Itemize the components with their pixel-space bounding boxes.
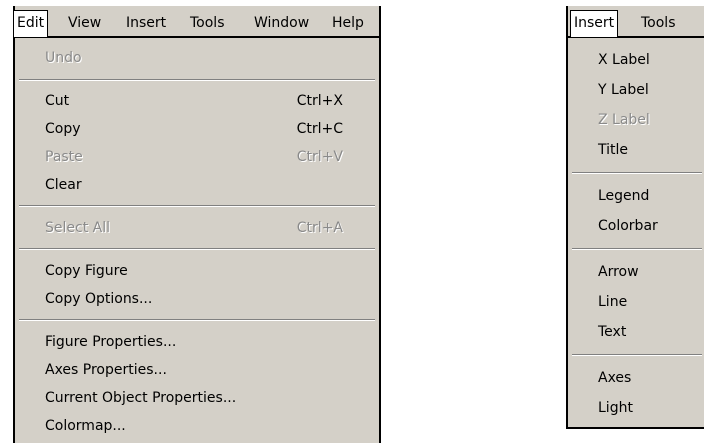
menu-item-label: Copy	[45, 121, 81, 137]
menu-item-x-label[interactable]: X Label	[568, 46, 704, 74]
menu-item-axes-properties[interactable]: Axes Properties...	[15, 356, 379, 384]
menu-item-legend[interactable]: Legend	[568, 182, 704, 210]
menubar-edit[interactable]: Edit	[13, 10, 49, 37]
menu-item-figure-properties[interactable]: Figure Properties...	[15, 328, 379, 356]
menu-item-select-all[interactable]: Select All Ctrl+A	[15, 214, 379, 242]
menu-item-copy-options[interactable]: Copy Options...	[15, 285, 379, 313]
menubar-tools[interactable]: Tools	[187, 12, 228, 34]
menu-item-label: Copy Figure	[45, 263, 128, 279]
menu-separator	[572, 354, 702, 356]
menubar-help[interactable]: Help	[329, 12, 367, 34]
menu-item-label: Select All	[45, 220, 110, 236]
menu-item-text[interactable]: Text	[568, 318, 704, 346]
menu-item-undo[interactable]: Undo	[15, 44, 379, 72]
menu-item-copy-figure[interactable]: Copy Figure	[15, 257, 379, 285]
menubar: Insert Tools	[568, 6, 704, 38]
menu-item-line[interactable]: Line	[568, 288, 704, 316]
shortcut-label: Ctrl+X	[296, 93, 343, 109]
menu-separator	[572, 172, 702, 174]
menu-separator	[19, 79, 375, 81]
shortcut-label: Ctrl+V	[296, 149, 343, 165]
menu-item-label: Current Object Properties...	[45, 390, 237, 406]
shortcut-label: Ctrl+C	[296, 121, 343, 137]
menu-item-axes[interactable]: Axes	[568, 364, 704, 392]
menu-item-label: Y Label	[598, 82, 649, 98]
menu-item-paste[interactable]: Paste Ctrl+V	[15, 143, 379, 171]
menu-item-title[interactable]: Title	[568, 136, 704, 164]
menu-item-arrow[interactable]: Arrow	[568, 258, 704, 286]
menu-item-light[interactable]: Light	[568, 394, 704, 422]
menu-item-label: Cut	[45, 93, 70, 109]
menu-item-colormap[interactable]: Colormap...	[15, 412, 379, 440]
menu-item-label: Line	[598, 294, 628, 310]
menubar-tools[interactable]: Tools	[638, 12, 679, 34]
menu-item-label: Copy Options...	[45, 291, 153, 307]
menu-item-label: Z Label	[598, 112, 650, 128]
menu-item-y-label[interactable]: Y Label	[568, 76, 704, 104]
menu-separator	[19, 248, 375, 250]
menu-item-label: Axes	[598, 370, 632, 386]
menubar-view[interactable]: View	[65, 12, 104, 34]
edit-menu-panel: Edit View Insert Tools Window Help Undo …	[13, 6, 381, 443]
menu-item-label: Colorbar	[598, 218, 658, 234]
menu-item-label: Title	[598, 142, 629, 158]
shortcut-label: Ctrl+A	[296, 220, 343, 236]
menu-item-label: Figure Properties...	[45, 334, 177, 350]
menu-item-label: Paste	[45, 149, 83, 165]
menu-item-label: Axes Properties...	[45, 362, 167, 378]
menu-item-label: Legend	[598, 188, 650, 204]
menu-item-current-object-properties[interactable]: Current Object Properties...	[15, 384, 379, 412]
menu-item-colorbar[interactable]: Colorbar	[568, 212, 704, 240]
menu-item-label: Arrow	[598, 264, 639, 280]
menu-item-label: Text	[598, 324, 627, 340]
menu-item-copy[interactable]: Copy Ctrl+C	[15, 115, 379, 143]
menu-item-label: X Label	[598, 52, 650, 68]
menu-item-label: Colormap...	[45, 418, 126, 434]
menubar: Edit View Insert Tools Window Help	[13, 6, 379, 38]
menu-separator	[19, 205, 375, 207]
menu-item-cut[interactable]: Cut Ctrl+X	[15, 87, 379, 115]
menu-separator	[19, 319, 375, 321]
menu-separator	[572, 248, 702, 250]
menu-item-label: Undo	[45, 50, 82, 66]
menu-item-clear[interactable]: Clear	[15, 171, 379, 199]
menu-item-z-label[interactable]: Z Label	[568, 106, 704, 134]
menubar-insert[interactable]: Insert	[123, 12, 169, 34]
insert-menu-panel: Insert Tools X Label Y Label Z Label Tit…	[566, 6, 704, 429]
menu-item-label: Clear	[45, 177, 82, 193]
menubar-insert[interactable]: Insert	[570, 10, 619, 37]
menubar-window[interactable]: Window	[251, 12, 312, 34]
menu-item-label: Light	[598, 400, 633, 416]
